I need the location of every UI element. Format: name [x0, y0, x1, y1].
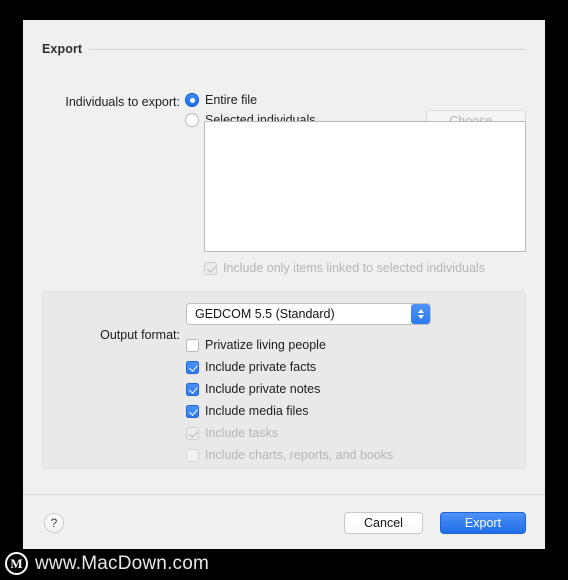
cancel-button[interactable]: Cancel — [344, 512, 423, 534]
output-format-value: GEDCOM 5.5 (Standard) — [195, 307, 335, 321]
screenshot-root: Export Individuals to export: Entire fil… — [0, 0, 568, 580]
radio-entire-file-label: Entire file — [205, 93, 258, 107]
checkbox-checked-disabled-icon — [204, 261, 217, 275]
checkbox-checked-icon — [186, 382, 199, 396]
radio-unselected-icon — [185, 113, 199, 127]
checkbox-checked-icon — [186, 360, 199, 374]
checkbox-checked-icon — [186, 404, 199, 418]
individuals-listbox[interactable] — [204, 121, 526, 252]
checkbox-privatize-living-people-label: Privatize living people — [205, 338, 326, 352]
checkbox-include-private-facts-label: Include private facts — [205, 360, 317, 374]
checkbox-unchecked-disabled-icon — [186, 448, 199, 462]
footer-divider — [23, 494, 545, 495]
radio-selected-icon — [185, 93, 199, 107]
checkbox-checked-disabled-icon — [186, 426, 199, 440]
checkbox-include-linked-items-label: Include only items linked to selected in… — [223, 261, 485, 275]
checkbox-include-private-facts[interactable]: Include private facts — [186, 360, 316, 374]
checkbox-privatize-living-people[interactable]: Privatize living people — [186, 338, 326, 352]
checkbox-include-charts-reports-books[interactable]: Include charts, reports, and books — [186, 448, 393, 462]
checkbox-include-private-notes-label: Include private notes — [205, 382, 321, 396]
section-title: Export — [42, 42, 83, 56]
radio-entire-file[interactable]: Entire file — [185, 93, 257, 107]
output-format-select[interactable]: GEDCOM 5.5 (Standard) — [186, 303, 431, 325]
checkbox-include-charts-reports-books-label: Include charts, reports, and books — [205, 448, 394, 462]
watermark-text: www.MacDown.com — [35, 552, 210, 574]
checkbox-include-tasks[interactable]: Include tasks — [186, 426, 278, 440]
chevron-updown-icon[interactable] — [411, 304, 430, 324]
chevron-up-icon — [417, 309, 424, 313]
individuals-label: Individuals to export: — [65, 95, 180, 109]
header-divider — [89, 49, 526, 50]
checkbox-include-private-notes[interactable]: Include private notes — [186, 382, 320, 396]
checkbox-include-linked-items[interactable]: Include only items linked to selected in… — [204, 261, 485, 275]
checkbox-include-media-files-label: Include media files — [205, 404, 309, 418]
checkbox-include-media-files[interactable]: Include media files — [186, 404, 309, 418]
output-format-label: Output format: — [100, 328, 180, 342]
export-button[interactable]: Export — [440, 512, 526, 534]
checkbox-unchecked-icon — [186, 338, 199, 352]
checkbox-include-tasks-label: Include tasks — [205, 426, 278, 440]
watermark: M www.MacDown.com — [5, 549, 209, 578]
section-header: Export — [42, 40, 526, 58]
help-button[interactable]: ? — [44, 513, 64, 533]
macdown-logo-icon: M — [5, 552, 28, 575]
export-dialog: Export Individuals to export: Entire fil… — [23, 20, 545, 549]
chevron-down-icon — [417, 315, 424, 319]
